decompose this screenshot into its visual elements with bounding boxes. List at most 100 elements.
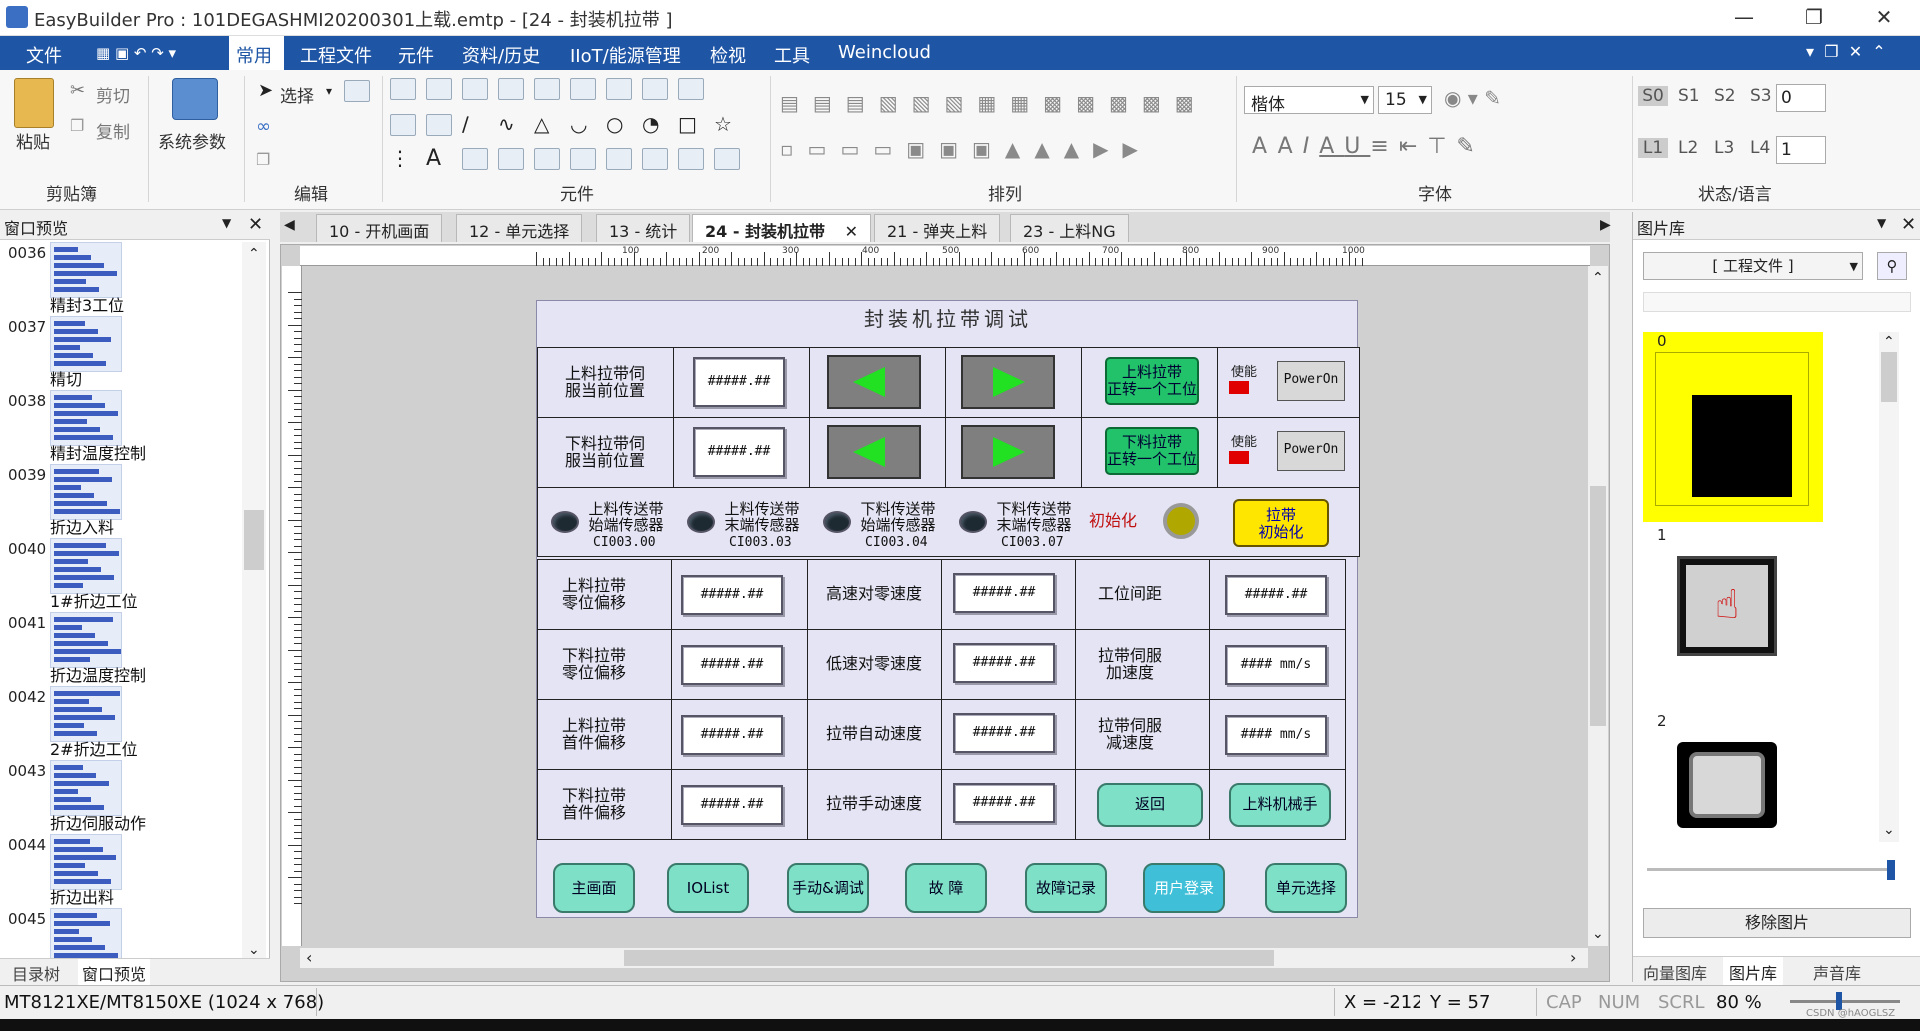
lang-l2-button[interactable]: L2 (1678, 138, 1698, 158)
font-color-icons[interactable]: ◉ ▾ ✎ (1444, 86, 1501, 110)
nav-button[interactable]: 手动&调试 (787, 863, 869, 913)
close-icon[interactable]: ✕ (845, 222, 858, 241)
preview-thumbnail[interactable] (50, 686, 122, 742)
param-input[interactable]: #####.## (1225, 575, 1327, 615)
state-s0-button[interactable]: S0 (1638, 86, 1668, 106)
tab-scroll-right-icon[interactable]: ▶ (1600, 217, 1611, 233)
slider-thumb[interactable] (1887, 860, 1895, 880)
lang-l1-button[interactable]: L1 (1638, 138, 1668, 158)
font-name-select[interactable]: 楷体 ▼ (1244, 86, 1374, 115)
menu-view[interactable]: 检视 (710, 42, 746, 68)
jog-reverse-button[interactable] (827, 425, 921, 479)
canvas-hscrollbar[interactable]: ‹ › (300, 948, 1588, 968)
abc-display-tool-icon[interactable] (426, 114, 452, 136)
remove-picture-button[interactable]: 移除图片 (1643, 908, 1911, 938)
zoom-slider[interactable] (1790, 1000, 1900, 1003)
tab-directory-tree[interactable]: 目录树 (12, 961, 60, 985)
tab-window-preview[interactable]: 窗口预览 (78, 959, 151, 987)
close-icon[interactable]: ✕ (248, 214, 263, 235)
link-icon[interactable]: ∞ (256, 116, 271, 137)
nav-button[interactable]: 故障记录 (1025, 863, 1107, 913)
polygon-tool-icon[interactable]: △ (534, 112, 549, 136)
tab-loading-ng[interactable]: 23 - 上料NG (1010, 214, 1129, 242)
lang-l3-button[interactable]: L3 (1714, 138, 1734, 158)
menu-data-history[interactable]: 资料/历史 (462, 42, 540, 68)
tab-sound-library[interactable]: 声音库 (1813, 960, 1861, 984)
lang-spinner[interactable]: 1 (1776, 136, 1826, 164)
select-dropdown-icon[interactable]: ▾ (326, 84, 332, 98)
close-button[interactable]: ✕ (1854, 0, 1914, 36)
loading-robot-button[interactable]: 上料机械手 (1229, 783, 1331, 827)
word-lamp-tool-icon[interactable] (642, 148, 668, 170)
scroll-thumb[interactable] (1590, 486, 1606, 726)
numeric-tool-icon[interactable] (462, 78, 488, 100)
preview-thumbnail[interactable] (50, 390, 122, 446)
copy-button[interactable]: 复制 (96, 118, 130, 143)
preview-thumbnail[interactable] (50, 834, 122, 890)
preview-item-name[interactable]: 折边温度控制 (50, 662, 146, 686)
preview-thumbnail[interactable] (50, 538, 122, 594)
jog-forward-button[interactable] (961, 355, 1055, 409)
eraser-tool-icon[interactable] (714, 148, 740, 170)
preview-scrollbar[interactable]: ⌃ ⌄ (242, 242, 266, 962)
menu-file[interactable]: 文件 (26, 42, 62, 68)
system-params-button[interactable]: 系统参数 (158, 128, 226, 153)
picture-tool-icon[interactable] (462, 148, 488, 170)
param-input[interactable]: #####.## (953, 573, 1055, 613)
tab-unit-select[interactable]: 12 - 单元选择 (456, 214, 583, 242)
param-input[interactable]: #####.## (681, 715, 783, 755)
preview-thumbnail[interactable] (50, 612, 122, 668)
font-size-select[interactable]: 15 ▼ (1378, 86, 1432, 114)
library-scrollbar[interactable]: ⌃ ⌄ (1879, 332, 1899, 842)
polyline-tool-icon[interactable]: ∿ (498, 112, 515, 136)
belt-init-button[interactable]: 拉带 初始化 (1233, 499, 1329, 547)
scroll-down-icon[interactable]: ⌄ (248, 942, 260, 958)
preview-thumbnail[interactable] (50, 464, 122, 520)
preview-thumbnail[interactable] (50, 760, 122, 816)
tab-scroll-left-icon[interactable]: ◀ (284, 217, 295, 233)
scroll-down-icon[interactable]: ⌄ (1592, 926, 1604, 942)
bit-lamp-tool-icon[interactable] (390, 78, 416, 100)
tab-sealer-belt[interactable]: 24 - 封装机拉带 ✕ (692, 214, 872, 242)
text-tool-icon[interactable]: A (426, 146, 441, 171)
preview-item-name[interactable]: 精切 (50, 366, 82, 390)
scroll-up-icon[interactable]: ⌃ (1883, 334, 1895, 350)
arc-tool-icon[interactable]: ◡ (570, 112, 587, 136)
star-tool-icon[interactable]: ☆ (714, 112, 732, 136)
numeric-input-tool-icon[interactable] (678, 148, 704, 170)
bulb-tool-icon[interactable] (570, 148, 596, 170)
toggle-switch-tool-icon[interactable] (534, 78, 560, 100)
state-s1-button[interactable]: S1 (1678, 86, 1700, 106)
scroll-thumb[interactable] (244, 510, 264, 570)
minimize-button[interactable]: — (1714, 0, 1774, 36)
pie-tool-icon[interactable]: ◔ (642, 112, 659, 136)
close-icon[interactable]: ✕ (1901, 214, 1916, 235)
scroll-right-icon[interactable]: › (1570, 948, 1576, 967)
nav-button[interactable]: 主画面 (553, 863, 635, 913)
panel-menu-icon[interactable]: ▼ (1877, 216, 1886, 230)
param-input[interactable]: #### mm/s (1225, 715, 1327, 755)
preview-thumbnail[interactable] (50, 316, 122, 372)
preview-item-name[interactable]: 2#折边工位 (50, 736, 138, 760)
preview-thumbnail[interactable] (50, 242, 122, 298)
preview-item-name[interactable]: 精封温度控制 (50, 440, 146, 464)
rectangle-tool-icon[interactable]: □ (678, 112, 697, 136)
signal-tool-icon[interactable] (606, 148, 632, 170)
menu-project[interactable]: 工程文件 (300, 42, 372, 68)
tab-statistics[interactable]: 13 - 统计 (596, 214, 691, 242)
panel-menu-icon[interactable]: ▼ (222, 216, 231, 230)
param-input[interactable]: #####.## (953, 713, 1055, 753)
select-button[interactable]: 选择 (280, 82, 314, 107)
nav-button[interactable]: IOList (667, 863, 749, 913)
slider-tool-icon[interactable] (642, 78, 668, 100)
library-dropdown[interactable]: [ 工程文件 ] ▼ (1643, 252, 1863, 280)
multi-state-lamp-tool-icon[interactable] (426, 78, 452, 100)
power-on-button[interactable]: PowerOn (1277, 361, 1345, 401)
menu-iiot[interactable]: IIoT/能源管理 (570, 42, 681, 68)
lang-l4-button[interactable]: L4 (1750, 138, 1770, 158)
state-s3-button[interactable]: S3 (1750, 86, 1772, 106)
duplicate-icon[interactable]: ❐ (256, 150, 270, 169)
thumbnail-size-slider[interactable] (1647, 868, 1893, 871)
scroll-thumb[interactable] (1881, 352, 1897, 402)
menu-weincloud[interactable]: Weincloud (838, 42, 931, 63)
